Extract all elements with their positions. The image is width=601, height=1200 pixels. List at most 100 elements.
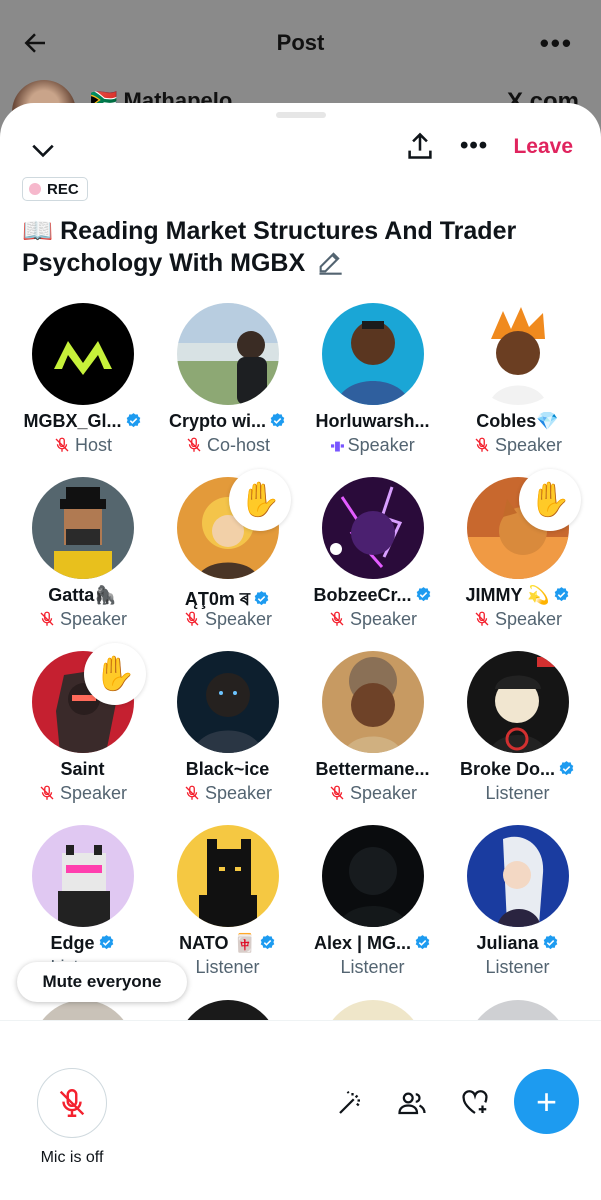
participant-card[interactable]: Alex | MG... Listener	[300, 825, 445, 999]
chevron-down-icon[interactable]	[30, 137, 56, 163]
participant-card[interactable]: Black~ice Speaker	[155, 651, 300, 825]
bottom-controls: Mic is off +	[0, 1020, 601, 1200]
participant-card[interactable]: ✋ ĄŢ0m ৰ Speaker	[155, 469, 300, 651]
mic-muted-icon	[40, 785, 54, 800]
participant-role: Host	[10, 435, 155, 456]
participant-card[interactable]: ✋ JIMMY 💫 Speaker	[445, 469, 590, 651]
heart-add-icon[interactable]	[460, 1088, 490, 1118]
participant-avatar[interactable]	[32, 825, 134, 927]
verified-badge-icon	[554, 587, 568, 602]
participant-card[interactable]: Gatta🦍 Speaker	[10, 477, 155, 651]
participant-role: Speaker	[445, 609, 590, 630]
verified-badge-icon	[559, 761, 574, 776]
participant-name: Crypto wi...	[155, 411, 300, 432]
participant-avatar[interactable]	[467, 303, 569, 405]
recording-badge: REC	[22, 177, 88, 201]
post-title: Post	[276, 30, 325, 55]
participant-name: NATO 🀄	[155, 933, 300, 954]
participant-card[interactable]: Broke Do... Listener	[445, 651, 590, 825]
participant-card[interactable]: ✋ Saint Speaker	[10, 643, 155, 825]
mic-toggle-button[interactable]	[37, 1068, 107, 1138]
verified-badge-icon	[416, 587, 430, 602]
verified-badge-icon	[270, 413, 285, 428]
add-fab-button[interactable]: +	[514, 1069, 579, 1134]
participant-avatar[interactable]	[322, 303, 424, 405]
participant-card[interactable]: Crypto wi... Co-host	[155, 303, 300, 477]
verified-badge-icon	[126, 413, 140, 428]
participant-name: Broke Do...	[445, 759, 590, 780]
participant-avatar[interactable]	[32, 477, 134, 579]
participant-avatar[interactable]	[322, 825, 424, 927]
participant-name: Juliana	[445, 933, 590, 954]
space-title-text: 📖 Reading Market Structures And Trader P…	[22, 217, 517, 277]
raised-hand-icon: ✋	[84, 643, 146, 705]
verified-badge-icon	[254, 591, 269, 606]
participant-card[interactable]: BobzeeCr... Speaker	[300, 477, 445, 651]
space-title: 📖 Reading Market Structures And Trader P…	[22, 215, 587, 279]
participant-name: Cobles💎	[476, 411, 559, 431]
mic-muted-icon	[185, 785, 199, 800]
participant-role: Listener	[485, 783, 550, 803]
participant-avatar[interactable]	[32, 303, 134, 405]
participant-name: BobzeeCr...	[300, 585, 445, 606]
more-options-icon[interactable]: •••	[460, 131, 488, 161]
verified-badge-icon	[260, 935, 275, 950]
people-icon[interactable]	[397, 1088, 427, 1118]
leave-button[interactable]: Leave	[513, 135, 573, 159]
mic-muted-icon	[475, 437, 489, 452]
participant-role: Listener	[340, 957, 405, 977]
participant-name: Saint	[60, 759, 105, 779]
edit-pencil-icon[interactable]	[316, 248, 344, 276]
participant-avatar[interactable]	[322, 651, 424, 753]
participant-avatar[interactable]	[177, 651, 279, 753]
participant-role: Speaker	[10, 609, 155, 630]
participant-card[interactable]: Bettermane... Speaker	[300, 651, 445, 825]
mic-muted-icon	[55, 437, 69, 452]
share-icon[interactable]	[406, 131, 434, 161]
mute-everyone-button[interactable]: Mute everyone	[17, 962, 187, 1002]
participant-avatar[interactable]	[177, 303, 279, 405]
speaking-wave-icon: ▪▮▪	[330, 438, 344, 453]
participant-role: Listener	[485, 957, 550, 977]
more-icon[interactable]: •••	[540, 28, 573, 59]
magic-wand-icon[interactable]	[335, 1088, 365, 1118]
participant-role: Speaker	[445, 435, 590, 456]
recording-dot-icon	[29, 183, 41, 195]
participant-role: Speaker	[300, 609, 445, 630]
participant-avatar[interactable]	[467, 825, 569, 927]
participant-name: JIMMY 💫	[445, 585, 590, 606]
participant-role: Speaker	[155, 609, 300, 630]
mic-muted-icon	[330, 785, 344, 800]
participant-card[interactable]: Horluwarsh... ▪▮▪ Speaker	[300, 303, 445, 477]
participant-name: Horluwarsh...	[315, 411, 430, 431]
participant-avatar[interactable]	[467, 651, 569, 753]
participant-card[interactable]: Cobles💎 Speaker	[445, 303, 590, 477]
mic-muted-icon	[185, 611, 199, 626]
participant-name: Gatta🦍	[48, 585, 117, 605]
participant-card[interactable]: MGBX_Gl... Host	[10, 303, 155, 477]
participant-role: Speaker	[10, 783, 155, 804]
participant-name: Black~ice	[185, 759, 270, 779]
space-sheet: ••• Leave REC 📖 Reading Market Structure…	[0, 103, 601, 1200]
mic-muted-icon	[187, 437, 201, 452]
participant-role: Speaker	[300, 783, 445, 804]
mic-muted-icon	[330, 611, 344, 626]
mic-muted-icon	[40, 611, 54, 626]
participant-name: Bettermane...	[315, 759, 430, 779]
participant-role: ▪▮▪ Speaker	[330, 435, 415, 455]
participant-name: Edge	[10, 933, 155, 954]
raised-hand-icon: ✋	[229, 469, 291, 531]
participant-avatar[interactable]	[322, 477, 424, 579]
raised-hand-icon: ✋	[519, 469, 581, 531]
participant-role: Co-host	[155, 435, 300, 456]
sheet-grabber[interactable]	[276, 112, 326, 118]
participant-avatar[interactable]	[177, 825, 279, 927]
participant-role: Speaker	[155, 783, 300, 804]
mic-status-label: Mic is off	[40, 1149, 104, 1166]
participant-name: MGBX_Gl...	[10, 411, 155, 432]
verified-badge-icon	[415, 935, 430, 950]
space-topbar: ••• Leave	[0, 131, 601, 171]
plus-icon: +	[535, 1080, 558, 1122]
mic-muted-icon	[475, 611, 489, 626]
participant-card[interactable]: Juliana Listener	[445, 825, 590, 999]
